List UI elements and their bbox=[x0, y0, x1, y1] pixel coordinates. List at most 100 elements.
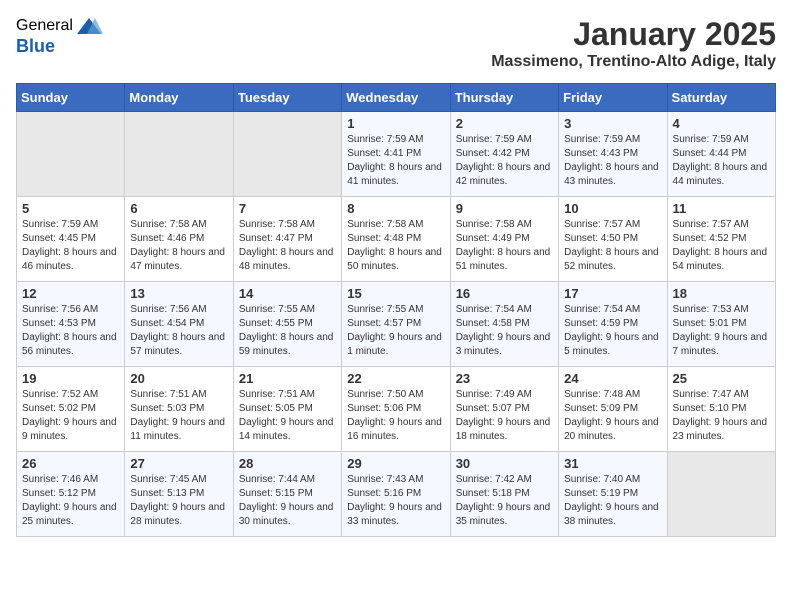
calendar-cell bbox=[233, 112, 341, 197]
day-number: 6 bbox=[130, 201, 227, 216]
day-info: Sunrise: 7:51 AM Sunset: 5:03 PM Dayligh… bbox=[130, 388, 227, 444]
day-number: 10 bbox=[564, 201, 661, 216]
day-info: Sunrise: 7:58 AM Sunset: 4:47 PM Dayligh… bbox=[239, 218, 336, 274]
calendar-cell: 2 Sunrise: 7:59 AM Sunset: 4:42 PM Daylig… bbox=[450, 112, 558, 197]
month-title: January 2025 bbox=[491, 16, 776, 53]
day-info: Sunrise: 7:58 AM Sunset: 4:46 PM Dayligh… bbox=[130, 218, 227, 274]
day-number: 22 bbox=[347, 371, 444, 386]
calendar-cell: 15 Sunrise: 7:55 AM Sunset: 4:57 PM Dayli… bbox=[342, 282, 450, 367]
day-info: Sunrise: 7:58 AM Sunset: 4:48 PM Dayligh… bbox=[347, 218, 444, 274]
weekday-header-monday: Monday bbox=[125, 84, 233, 112]
calendar-cell: 4Sunrise: 7:59 AM Sunset: 4:44 PM Daylig… bbox=[667, 112, 775, 197]
day-info: Sunrise: 7:59 AM Sunset: 4:42 PM Dayligh… bbox=[456, 133, 553, 189]
day-number: 18 bbox=[673, 286, 770, 301]
calendar-cell: 9 Sunrise: 7:58 AM Sunset: 4:49 PM Daylig… bbox=[450, 197, 558, 282]
calendar-cell: 12 Sunrise: 7:56 AM Sunset: 4:53 PM Dayli… bbox=[17, 282, 125, 367]
calendar-cell: 3 Sunrise: 7:59 AM Sunset: 4:43 PM Daylig… bbox=[559, 112, 667, 197]
day-number: 31 bbox=[564, 456, 661, 471]
weekday-header-tuesday: Tuesday bbox=[233, 84, 341, 112]
day-number: 26 bbox=[22, 456, 119, 471]
calendar-cell: 5 Sunrise: 7:59 AM Sunset: 4:45 PM Daylig… bbox=[17, 197, 125, 282]
day-number: 9 bbox=[456, 201, 553, 216]
day-info: Sunrise: 7:43 AM Sunset: 5:16 PM Dayligh… bbox=[347, 473, 444, 529]
calendar-body: 1Sunrise: 7:59 AM Sunset: 4:41 PM Daylig… bbox=[17, 112, 776, 537]
calendar-cell: 25Sunrise: 7:47 AM Sunset: 5:10 PM Dayli… bbox=[667, 367, 775, 452]
calendar-week-row: 12 Sunrise: 7:56 AM Sunset: 4:53 PM Dayli… bbox=[17, 282, 776, 367]
calendar-cell: 21Sunrise: 7:51 AM Sunset: 5:05 PM Dayli… bbox=[233, 367, 341, 452]
day-number: 8 bbox=[347, 201, 444, 216]
day-number: 11 bbox=[673, 201, 770, 216]
day-info: Sunrise: 7:59 AM Sunset: 4:45 PM Dayligh… bbox=[22, 218, 119, 274]
day-number: 19 bbox=[22, 371, 119, 386]
calendar-week-row: 1Sunrise: 7:59 AM Sunset: 4:41 PM Daylig… bbox=[17, 112, 776, 197]
logo-blue-text: Blue bbox=[16, 36, 55, 57]
title-block: January 2025 Massimeno, Trentino-Alto Ad… bbox=[491, 16, 776, 71]
day-number: 23 bbox=[456, 371, 553, 386]
day-info: Sunrise: 7:58 AM Sunset: 4:49 PM Dayligh… bbox=[456, 218, 553, 274]
calendar-week-row: 5 Sunrise: 7:59 AM Sunset: 4:45 PM Daylig… bbox=[17, 197, 776, 282]
calendar-cell: 27Sunrise: 7:45 AM Sunset: 5:13 PM Dayli… bbox=[125, 452, 233, 537]
logo: General Blue bbox=[16, 16, 103, 57]
calendar-table: SundayMondayTuesdayWednesdayThursdayFrid… bbox=[16, 83, 776, 537]
day-number: 14 bbox=[239, 286, 336, 301]
day-info: Sunrise: 7:51 AM Sunset: 5:05 PM Dayligh… bbox=[239, 388, 336, 444]
calendar-cell: 26 Sunrise: 7:46 AM Sunset: 5:12 PM Dayli… bbox=[17, 452, 125, 537]
day-number: 24 bbox=[564, 371, 661, 386]
weekday-header-thursday: Thursday bbox=[450, 84, 558, 112]
calendar-cell: 13Sunrise: 7:56 AM Sunset: 4:54 PM Dayli… bbox=[125, 282, 233, 367]
calendar-cell: 30Sunrise: 7:42 AM Sunset: 5:18 PM Dayli… bbox=[450, 452, 558, 537]
calendar-cell: 11 Sunrise: 7:57 AM Sunset: 4:52 PM Dayli… bbox=[667, 197, 775, 282]
calendar-cell: 7Sunrise: 7:58 AM Sunset: 4:47 PM Daylig… bbox=[233, 197, 341, 282]
day-info: Sunrise: 7:52 AM Sunset: 5:02 PM Dayligh… bbox=[22, 388, 119, 444]
day-number: 5 bbox=[22, 201, 119, 216]
logo-general-text: General bbox=[16, 17, 73, 35]
day-info: Sunrise: 7:49 AM Sunset: 5:07 PM Dayligh… bbox=[456, 388, 553, 444]
day-info: Sunrise: 7:54 AM Sunset: 4:58 PM Dayligh… bbox=[456, 303, 553, 359]
day-number: 17 bbox=[564, 286, 661, 301]
calendar-cell: 28 Sunrise: 7:44 AM Sunset: 5:15 PM Dayli… bbox=[233, 452, 341, 537]
weekday-header-sunday: Sunday bbox=[17, 84, 125, 112]
calendar-cell bbox=[125, 112, 233, 197]
calendar-cell: 20 Sunrise: 7:51 AM Sunset: 5:03 PM Dayli… bbox=[125, 367, 233, 452]
calendar-cell: 14 Sunrise: 7:55 AM Sunset: 4:55 PM Dayli… bbox=[233, 282, 341, 367]
calendar-cell: 17 Sunrise: 7:54 AM Sunset: 4:59 PM Dayli… bbox=[559, 282, 667, 367]
day-info: Sunrise: 7:54 AM Sunset: 4:59 PM Dayligh… bbox=[564, 303, 661, 359]
day-number: 3 bbox=[564, 116, 661, 131]
calendar-cell: 18Sunrise: 7:53 AM Sunset: 5:01 PM Dayli… bbox=[667, 282, 775, 367]
day-info: Sunrise: 7:55 AM Sunset: 4:57 PM Dayligh… bbox=[347, 303, 444, 359]
day-info: Sunrise: 7:42 AM Sunset: 5:18 PM Dayligh… bbox=[456, 473, 553, 529]
day-info: Sunrise: 7:55 AM Sunset: 4:55 PM Dayligh… bbox=[239, 303, 336, 359]
day-info: Sunrise: 7:57 AM Sunset: 4:52 PM Dayligh… bbox=[673, 218, 770, 274]
day-info: Sunrise: 7:59 AM Sunset: 4:43 PM Dayligh… bbox=[564, 133, 661, 189]
calendar-header: SundayMondayTuesdayWednesdayThursdayFrid… bbox=[17, 84, 776, 112]
calendar-cell: 29Sunrise: 7:43 AM Sunset: 5:16 PM Dayli… bbox=[342, 452, 450, 537]
calendar-cell: 1Sunrise: 7:59 AM Sunset: 4:41 PM Daylig… bbox=[342, 112, 450, 197]
day-info: Sunrise: 7:45 AM Sunset: 5:13 PM Dayligh… bbox=[130, 473, 227, 529]
weekday-header-friday: Friday bbox=[559, 84, 667, 112]
weekday-header-saturday: Saturday bbox=[667, 84, 775, 112]
day-number: 2 bbox=[456, 116, 553, 131]
day-info: Sunrise: 7:47 AM Sunset: 5:10 PM Dayligh… bbox=[673, 388, 770, 444]
page-header: General Blue January 2025 Massimeno, Tre… bbox=[16, 16, 776, 71]
day-info: Sunrise: 7:46 AM Sunset: 5:12 PM Dayligh… bbox=[22, 473, 119, 529]
day-info: Sunrise: 7:59 AM Sunset: 4:41 PM Dayligh… bbox=[347, 133, 444, 189]
calendar-week-row: 26 Sunrise: 7:46 AM Sunset: 5:12 PM Dayli… bbox=[17, 452, 776, 537]
day-number: 15 bbox=[347, 286, 444, 301]
calendar-cell: 22 Sunrise: 7:50 AM Sunset: 5:06 PM Dayli… bbox=[342, 367, 450, 452]
day-info: Sunrise: 7:50 AM Sunset: 5:06 PM Dayligh… bbox=[347, 388, 444, 444]
calendar-cell: 23 Sunrise: 7:49 AM Sunset: 5:07 PM Dayli… bbox=[450, 367, 558, 452]
calendar-cell: 31Sunrise: 7:40 AM Sunset: 5:19 PM Dayli… bbox=[559, 452, 667, 537]
calendar-cell: 6 Sunrise: 7:58 AM Sunset: 4:46 PM Daylig… bbox=[125, 197, 233, 282]
day-info: Sunrise: 7:56 AM Sunset: 4:53 PM Dayligh… bbox=[22, 303, 119, 359]
day-number: 16 bbox=[456, 286, 553, 301]
weekday-header-row: SundayMondayTuesdayWednesdayThursdayFrid… bbox=[17, 84, 776, 112]
day-number: 20 bbox=[130, 371, 227, 386]
day-number: 4 bbox=[673, 116, 770, 131]
day-number: 12 bbox=[22, 286, 119, 301]
day-number: 28 bbox=[239, 456, 336, 471]
calendar-cell: 16 Sunrise: 7:54 AM Sunset: 4:58 PM Dayli… bbox=[450, 282, 558, 367]
day-info: Sunrise: 7:44 AM Sunset: 5:15 PM Dayligh… bbox=[239, 473, 336, 529]
day-info: Sunrise: 7:56 AM Sunset: 4:54 PM Dayligh… bbox=[130, 303, 227, 359]
calendar-cell: 10Sunrise: 7:57 AM Sunset: 4:50 PM Dayli… bbox=[559, 197, 667, 282]
location-title: Massimeno, Trentino-Alto Adige, Italy bbox=[491, 53, 776, 71]
